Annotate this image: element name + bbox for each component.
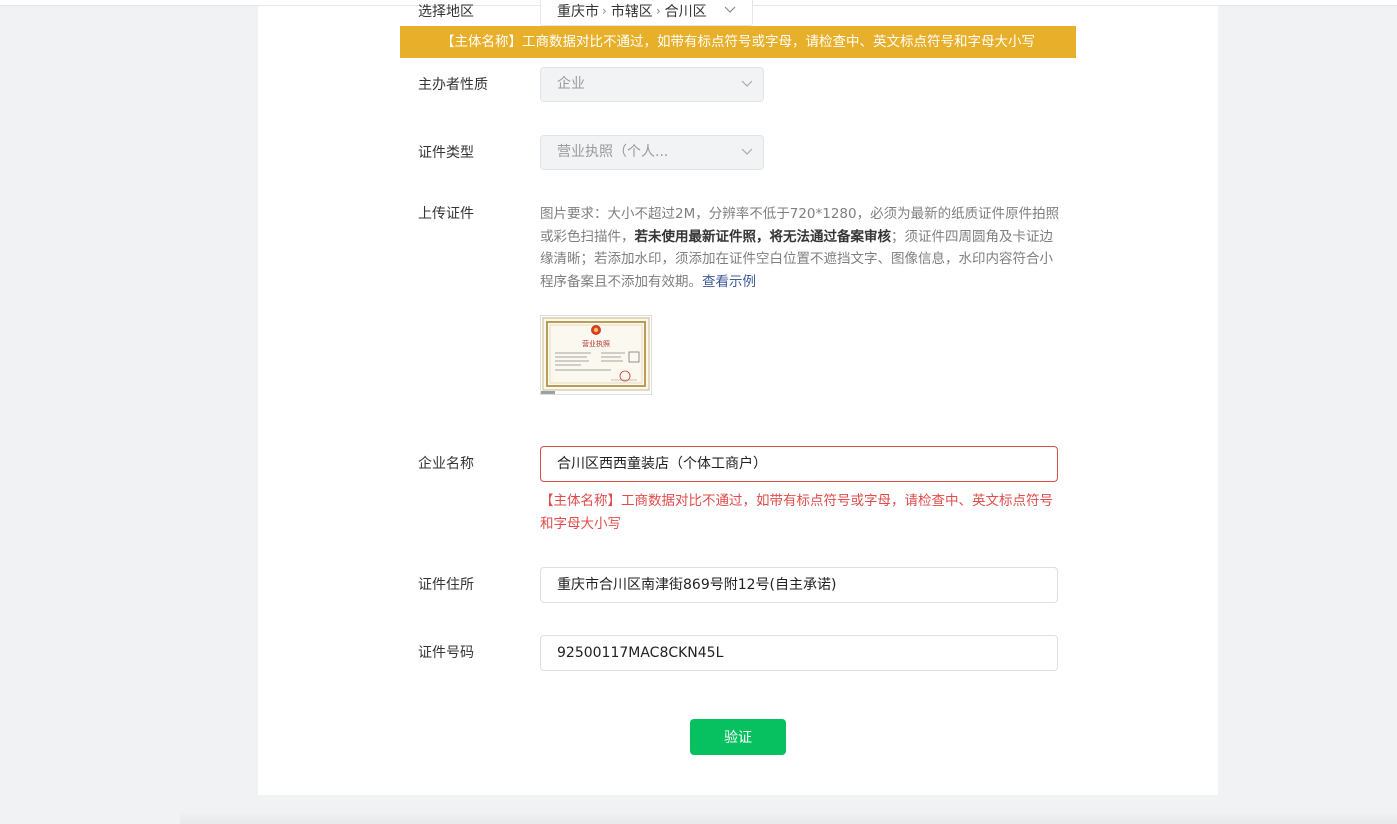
region-district: 合川区 [664, 3, 707, 20]
region-label: 选择地区 [418, 4, 474, 20]
chevron-down-icon [724, 4, 736, 17]
certificate-number-input[interactable]: 92500117MAC8CKN45L [540, 635, 1058, 671]
chevron-down-icon [741, 136, 753, 169]
company-name-label: 企业名称 [418, 456, 474, 472]
view-example-link[interactable]: 查看示例 [702, 274, 756, 290]
certificate-type-select: 营业执照（个人... [540, 135, 764, 170]
chevron-right-icon: › [602, 3, 607, 18]
region-province: 重庆市 [557, 3, 599, 20]
form-panel [258, 6, 1218, 795]
organizer-type-label: 主办者性质 [418, 77, 488, 93]
organizer-type-value: 企业 [557, 76, 585, 92]
license-title-text: 营业执照 [582, 339, 610, 348]
certificate-type-label: 证件类型 [418, 145, 474, 161]
upload-desc-bold: 若未使用最新证件照，将无法通过备案审核 [634, 228, 892, 245]
organizer-type-select: 企业 [540, 67, 764, 102]
uploaded-license-thumbnail[interactable]: 营业执照 [540, 315, 652, 395]
certificate-address-label: 证件住所 [418, 577, 474, 593]
company-name-input[interactable]: 合川区西西童装店（个体工商户） [540, 446, 1058, 482]
upload-label: 上传证件 [418, 206, 474, 222]
region-select[interactable]: 重庆市 › 市辖区 › 合川区 [540, 0, 753, 26]
thumbnail-scrollbar [541, 391, 555, 394]
region-city: 市辖区 [610, 3, 653, 20]
verify-button[interactable]: 验证 [690, 719, 786, 755]
chevron-down-icon [741, 68, 753, 101]
certificate-address-input[interactable]: 重庆市合川区南津街869号附12号(自主承诺) [540, 567, 1058, 603]
certificate-type-value: 营业执照（个人... [557, 144, 669, 160]
error-banner: 【主体名称】工商数据对比不通过，如带有标点符号或字母，请检查中、英文标点符号和字… [400, 26, 1076, 58]
certificate-number-label: 证件号码 [418, 645, 474, 661]
upload-requirements: 图片要求：大小不超过2M，分辨率不低于720*1280，必须为最新的纸质证件原件… [540, 203, 1060, 293]
company-name-error: 【主体名称】工商数据对比不通过，如带有标点符号或字母，请检查中、英文标点符号和字… [540, 493, 1053, 532]
license-image-icon: 营业执照 [542, 317, 650, 391]
chevron-right-icon: › [655, 3, 661, 18]
bottom-shadow [180, 812, 1397, 824]
